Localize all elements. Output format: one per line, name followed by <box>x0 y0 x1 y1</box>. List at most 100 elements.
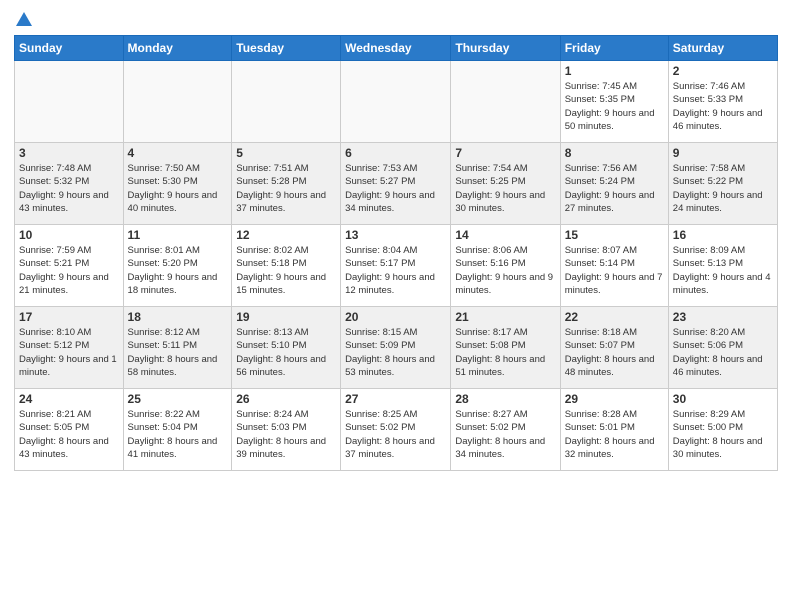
col-header-tuesday: Tuesday <box>232 36 341 61</box>
day-number: 19 <box>236 310 336 324</box>
calendar-cell: 15Sunrise: 8:07 AM Sunset: 5:14 PM Dayli… <box>560 225 668 307</box>
calendar-cell: 2 Sunrise: 7:46 AM Sunset: 5:33 PM Daylig… <box>668 61 777 143</box>
day-info: Sunrise: 7:58 AM Sunset: 5:22 PM Dayligh… <box>673 162 773 215</box>
calendar-cell: 26 Sunrise: 8:24 AM Sunset: 5:03 PM Dayli… <box>232 389 341 471</box>
calendar-table: SundayMondayTuesdayWednesdayThursdayFrid… <box>14 35 778 471</box>
day-number: 21 <box>455 310 555 324</box>
calendar-cell: 21 Sunrise: 8:17 AM Sunset: 5:08 PM Dayli… <box>451 307 560 389</box>
day-info: Sunrise: 8:06 AM Sunset: 5:16 PM Dayligh… <box>455 244 555 297</box>
calendar-cell <box>451 61 560 143</box>
calendar-cell: 29 Sunrise: 8:28 AM Sunset: 5:01 PM Dayli… <box>560 389 668 471</box>
col-header-monday: Monday <box>123 36 232 61</box>
day-info: Sunrise: 8:24 AM Sunset: 5:03 PM Dayligh… <box>236 408 336 461</box>
day-info: Sunrise: 8:09 AM Sunset: 5:13 PM Dayligh… <box>673 244 773 297</box>
day-info: Sunrise: 7:50 AM Sunset: 5:30 PM Dayligh… <box>128 162 228 215</box>
calendar-cell: 11 Sunrise: 8:01 AM Sunset: 5:20 PM Dayli… <box>123 225 232 307</box>
calendar-cell: 18 Sunrise: 8:12 AM Sunset: 5:11 PM Dayli… <box>123 307 232 389</box>
calendar-header-row: SundayMondayTuesdayWednesdayThursdayFrid… <box>15 36 778 61</box>
day-info: Sunrise: 8:04 AM Sunset: 5:17 PM Dayligh… <box>345 244 446 297</box>
day-number: 1 <box>565 64 664 78</box>
day-number: 23 <box>673 310 773 324</box>
calendar-cell: 9 Sunrise: 7:58 AM Sunset: 5:22 PM Daylig… <box>668 143 777 225</box>
calendar-cell: 3 Sunrise: 7:48 AM Sunset: 5:32 PM Daylig… <box>15 143 124 225</box>
day-number: 5 <box>236 146 336 160</box>
calendar-cell: 19 Sunrise: 8:13 AM Sunset: 5:10 PM Dayli… <box>232 307 341 389</box>
day-info: Sunrise: 7:59 AM Sunset: 5:21 PM Dayligh… <box>19 244 119 297</box>
day-info: Sunrise: 8:28 AM Sunset: 5:01 PM Dayligh… <box>565 408 664 461</box>
calendar-cell: 17 Sunrise: 8:10 AM Sunset: 5:12 PM Dayli… <box>15 307 124 389</box>
day-number: 13 <box>345 228 446 242</box>
day-info: Sunrise: 7:46 AM Sunset: 5:33 PM Dayligh… <box>673 80 773 133</box>
calendar-cell: 8Sunrise: 7:56 AM Sunset: 5:24 PM Daylig… <box>560 143 668 225</box>
calendar-cell: 13 Sunrise: 8:04 AM Sunset: 5:17 PM Dayli… <box>341 225 451 307</box>
calendar-cell: 30Sunrise: 8:29 AM Sunset: 5:00 PM Dayli… <box>668 389 777 471</box>
day-number: 17 <box>19 310 119 324</box>
day-info: Sunrise: 8:18 AM Sunset: 5:07 PM Dayligh… <box>565 326 664 379</box>
day-number: 6 <box>345 146 446 160</box>
day-info: Sunrise: 7:53 AM Sunset: 5:27 PM Dayligh… <box>345 162 446 215</box>
col-header-wednesday: Wednesday <box>341 36 451 61</box>
day-number: 22 <box>565 310 664 324</box>
day-info: Sunrise: 8:27 AM Sunset: 5:02 PM Dayligh… <box>455 408 555 461</box>
day-info: Sunrise: 8:01 AM Sunset: 5:20 PM Dayligh… <box>128 244 228 297</box>
calendar-cell: 5 Sunrise: 7:51 AM Sunset: 5:28 PM Daylig… <box>232 143 341 225</box>
day-number: 24 <box>19 392 119 406</box>
day-info: Sunrise: 8:15 AM Sunset: 5:09 PM Dayligh… <box>345 326 446 379</box>
day-info: Sunrise: 8:17 AM Sunset: 5:08 PM Dayligh… <box>455 326 555 379</box>
calendar-week-5: 24 Sunrise: 8:21 AM Sunset: 5:05 PM Dayli… <box>15 389 778 471</box>
calendar-cell: 20Sunrise: 8:15 AM Sunset: 5:09 PM Dayli… <box>341 307 451 389</box>
day-number: 2 <box>673 64 773 78</box>
day-number: 27 <box>345 392 446 406</box>
day-info: Sunrise: 8:20 AM Sunset: 5:06 PM Dayligh… <box>673 326 773 379</box>
calendar-week-4: 17 Sunrise: 8:10 AM Sunset: 5:12 PM Dayli… <box>15 307 778 389</box>
day-number: 3 <box>19 146 119 160</box>
calendar-week-1: 1 Sunrise: 7:45 AM Sunset: 5:35 PM Daylig… <box>15 61 778 143</box>
day-info: Sunrise: 8:12 AM Sunset: 5:11 PM Dayligh… <box>128 326 228 379</box>
col-header-sunday: Sunday <box>15 36 124 61</box>
day-info: Sunrise: 8:13 AM Sunset: 5:10 PM Dayligh… <box>236 326 336 379</box>
day-number: 28 <box>455 392 555 406</box>
day-number: 14 <box>455 228 555 242</box>
day-number: 11 <box>128 228 228 242</box>
col-header-saturday: Saturday <box>668 36 777 61</box>
day-number: 7 <box>455 146 555 160</box>
calendar-cell: 10 Sunrise: 7:59 AM Sunset: 5:21 PM Dayli… <box>15 225 124 307</box>
day-number: 25 <box>128 392 228 406</box>
calendar-cell: 1 Sunrise: 7:45 AM Sunset: 5:35 PM Daylig… <box>560 61 668 143</box>
header <box>14 10 778 29</box>
day-info: Sunrise: 7:54 AM Sunset: 5:25 PM Dayligh… <box>455 162 555 215</box>
calendar-cell: 24 Sunrise: 8:21 AM Sunset: 5:05 PM Dayli… <box>15 389 124 471</box>
day-number: 4 <box>128 146 228 160</box>
day-number: 26 <box>236 392 336 406</box>
calendar-cell: 23 Sunrise: 8:20 AM Sunset: 5:06 PM Dayli… <box>668 307 777 389</box>
calendar-cell: 16Sunrise: 8:09 AM Sunset: 5:13 PM Dayli… <box>668 225 777 307</box>
day-info: Sunrise: 8:21 AM Sunset: 5:05 PM Dayligh… <box>19 408 119 461</box>
calendar-week-2: 3 Sunrise: 7:48 AM Sunset: 5:32 PM Daylig… <box>15 143 778 225</box>
day-info: Sunrise: 8:10 AM Sunset: 5:12 PM Dayligh… <box>19 326 119 379</box>
day-info: Sunrise: 7:51 AM Sunset: 5:28 PM Dayligh… <box>236 162 336 215</box>
calendar-cell: 14 Sunrise: 8:06 AM Sunset: 5:16 PM Dayli… <box>451 225 560 307</box>
day-info: Sunrise: 7:45 AM Sunset: 5:35 PM Dayligh… <box>565 80 664 133</box>
day-number: 29 <box>565 392 664 406</box>
calendar-cell <box>232 61 341 143</box>
calendar-cell: 12Sunrise: 8:02 AM Sunset: 5:18 PM Dayli… <box>232 225 341 307</box>
calendar-cell: 28 Sunrise: 8:27 AM Sunset: 5:02 PM Dayli… <box>451 389 560 471</box>
calendar-week-3: 10 Sunrise: 7:59 AM Sunset: 5:21 PM Dayli… <box>15 225 778 307</box>
day-number: 18 <box>128 310 228 324</box>
calendar-cell: 4 Sunrise: 7:50 AM Sunset: 5:30 PM Daylig… <box>123 143 232 225</box>
day-number: 8 <box>565 146 664 160</box>
day-number: 10 <box>19 228 119 242</box>
calendar-cell <box>123 61 232 143</box>
logo-triangle-icon <box>16 12 32 26</box>
page: SundayMondayTuesdayWednesdayThursdayFrid… <box>0 0 792 612</box>
calendar-cell: 6 Sunrise: 7:53 AM Sunset: 5:27 PM Daylig… <box>341 143 451 225</box>
col-header-friday: Friday <box>560 36 668 61</box>
day-number: 12 <box>236 228 336 242</box>
calendar-cell <box>341 61 451 143</box>
day-number: 9 <box>673 146 773 160</box>
logo <box>14 10 32 29</box>
calendar-cell: 22 Sunrise: 8:18 AM Sunset: 5:07 PM Dayli… <box>560 307 668 389</box>
day-info: Sunrise: 8:25 AM Sunset: 5:02 PM Dayligh… <box>345 408 446 461</box>
day-info: Sunrise: 8:07 AM Sunset: 5:14 PM Dayligh… <box>565 244 664 297</box>
day-info: Sunrise: 7:48 AM Sunset: 5:32 PM Dayligh… <box>19 162 119 215</box>
